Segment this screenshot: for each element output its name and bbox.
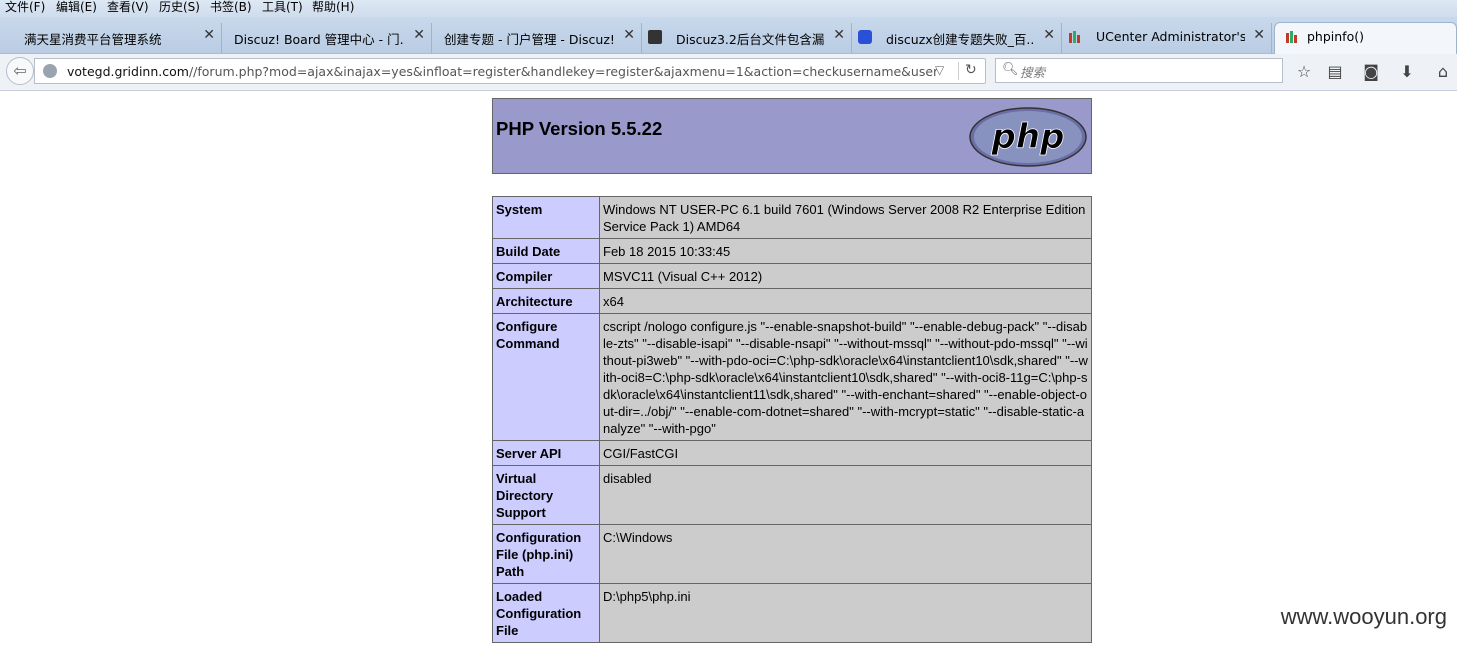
menu-edit[interactable]: 编辑(E) [56,0,97,17]
row-value: D:\php5\php.ini [599,583,1092,643]
row-value: x64 [599,288,1092,314]
close-icon[interactable]: ✕ [203,27,215,43]
row-key: Server API [492,440,600,466]
row-value: Windows NT USER-PC 6.1 build 7601 (Windo… [599,196,1092,239]
tab-label: 创建专题 - 门户管理 - Discuz!... [444,32,615,47]
tab-bar: 满天星消费平台管理系统 ✕ Discuz! Board 管理中心 - 门... … [0,17,1457,54]
table-row: Virtual Directory Support disabled [492,465,1092,525]
ucenter-icon [1285,30,1299,44]
menu-bookmarks[interactable]: 书签(B) [210,0,252,17]
chevron-down-icon[interactable]: ▽ [935,63,944,77]
tab-baidu[interactable]: discuzx创建专题失败_百... ✕ [852,23,1062,53]
tab-create-topic[interactable]: 创建专题 - 门户管理 - Discuz!... ✕ [432,23,642,53]
tab-label: Discuz3.2后台文件包含漏... [676,32,825,47]
url-host: votegd.gridinn.com [67,64,189,79]
table-row: Configure Command cscript /nologo config… [492,313,1092,441]
pocket-icon[interactable]: ◙ [1361,62,1381,82]
tab-discuz-vuln[interactable]: Discuz3.2后台文件包含漏... ✕ [642,23,852,53]
ucenter-icon [1068,30,1082,44]
star-icon[interactable]: ☆ [1294,62,1314,82]
tab-label: UCenter Administrator's ... [1096,29,1245,44]
tab-label: phpinfo() [1307,29,1364,44]
row-value: Feb 18 2015 10:33:45 [599,238,1092,264]
menu-bar: 文件(F) 编辑(E) 查看(V) 历史(S) 书签(B) 工具(T) 帮助(H… [0,0,1457,17]
close-icon[interactable]: ✕ [833,27,845,43]
watermark: www.wooyun.org [1280,604,1447,629]
wooyun-icon [648,30,662,44]
row-key: Configuration File (php.ini) Path [492,524,600,584]
reload-icon[interactable]: ↻ [965,62,977,78]
row-key: Virtual Directory Support [492,465,600,525]
menu-history[interactable]: 历史(S) [159,0,200,17]
row-key: Build Date [492,238,600,264]
close-icon[interactable]: ✕ [1253,27,1265,43]
url-bar[interactable]: votegd.gridinn.com//forum.php?mod=ajax&i… [34,58,986,84]
menu-file[interactable]: 文件(F) [5,0,45,17]
table-row: Architecture x64 [492,288,1092,314]
url-text[interactable]: votegd.gridinn.com//forum.php?mod=ajax&i… [67,64,937,79]
globe-icon [43,64,57,78]
baidu-paw-icon [858,30,872,44]
php-logo-text: php [991,117,1065,157]
tab-phpinfo[interactable]: phpinfo() [1274,22,1457,54]
close-icon[interactable]: ✕ [1043,27,1055,43]
tab-discuz-board[interactable]: Discuz! Board 管理中心 - 门... ✕ [222,23,432,53]
menu-tools[interactable]: 工具(T) [262,0,303,17]
close-icon[interactable]: ✕ [623,27,635,43]
tab-label: Discuz! Board 管理中心 - 门... [234,32,405,47]
row-value: MSVC11 (Visual C++ 2012) [599,263,1092,289]
info-table: System Windows NT USER-PC 6.1 build 7601… [492,196,1092,643]
table-row: Server API CGI/FastCGI [492,440,1092,466]
tab-label: discuzx创建专题失败_百... [886,32,1035,47]
tab-mantianxing[interactable]: 满天星消费平台管理系统 ✕ [0,23,222,53]
menu-help[interactable]: 帮助(H) [312,0,354,17]
row-value: cscript /nologo configure.js "--enable-s… [599,313,1092,441]
tab-label: 满天星消费平台管理系统 [24,32,162,47]
menu-view[interactable]: 查看(V) [107,0,149,17]
home-icon[interactable]: ⌂ [1433,62,1453,82]
php-logo: php [969,107,1087,167]
back-arrow-icon[interactable]: ⇦ [6,57,34,85]
row-value: disabled [599,465,1092,525]
download-icon[interactable]: ⬇ [1397,62,1417,82]
url-path: //forum.php?mod=ajax&inajax=yes&infloat=… [188,64,937,79]
row-key: Configure Command [492,313,600,441]
row-value: C:\Windows [599,524,1092,584]
page-title: PHP Version 5.5.22 [496,118,663,139]
divider [958,62,959,80]
table-row: Build Date Feb 18 2015 10:33:45 [492,238,1092,264]
clipboard-icon[interactable]: ▤ [1325,62,1345,82]
table-row: Compiler MSVC11 (Visual C++ 2012) [492,263,1092,289]
row-value: CGI/FastCGI [599,440,1092,466]
row-key: Loaded Configuration File [492,583,600,643]
row-key: Architecture [492,288,600,314]
search-input[interactable]: 🔍︎ 搜索 [995,58,1283,83]
table-row: Configuration File (php.ini) Path C:\Win… [492,524,1092,584]
row-key: Compiler [492,263,600,289]
search-placeholder: 搜索 [1020,65,1046,80]
tab-ucenter[interactable]: UCenter Administrator's ... ✕ [1062,23,1272,53]
php-header: PHP Version 5.5.22 php [492,98,1092,174]
close-icon[interactable]: ✕ [413,27,425,43]
nav-bar: ⇦ votegd.gridinn.com//forum.php?mod=ajax… [0,54,1457,91]
table-row: Loaded Configuration File D:\php5\php.in… [492,583,1092,643]
row-key: System [492,196,600,239]
search-icon: 🔍︎ [1002,62,1019,77]
table-row: System Windows NT USER-PC 6.1 build 7601… [492,196,1092,239]
